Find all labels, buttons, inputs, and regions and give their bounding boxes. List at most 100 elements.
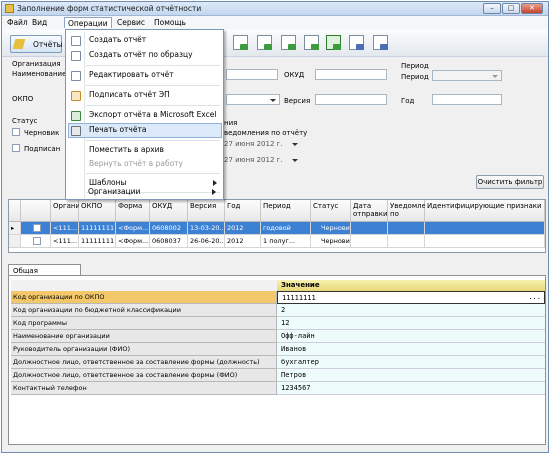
chevron-right-icon — [212, 189, 216, 195]
okpo-label: ОКПО — [12, 95, 34, 103]
reports-grid: Органи ОКПО Форма ОКУД Версия Год Период… — [8, 199, 546, 253]
okpo-select[interactable] — [226, 94, 280, 105]
cell-period: 1 полуг... — [261, 235, 311, 248]
property-value[interactable]: бухгалтер — [277, 356, 545, 369]
version-input[interactable] — [315, 94, 387, 105]
report-add-icon[interactable] — [230, 33, 252, 53]
row-checkbox-cell[interactable] — [21, 222, 51, 235]
reports-label: Отчёты — [33, 40, 63, 49]
column-header-okpo[interactable]: ОКПО — [79, 200, 116, 222]
report-edit-icon[interactable] — [278, 33, 300, 53]
column-header-identifiers[interactable]: Идентифицирующие признаки — [425, 200, 545, 222]
property-value[interactable]: Офф-лайн — [277, 330, 545, 343]
cell-year: 2012 — [225, 222, 261, 235]
report-copy-icon[interactable] — [254, 33, 276, 53]
okud-input[interactable] — [315, 69, 387, 80]
draft-checkbox[interactable] — [12, 128, 20, 136]
minimize-button[interactable]: – — [483, 3, 501, 14]
menu-service[interactable]: Сервис — [114, 17, 148, 28]
excel-export-icon[interactable] — [323, 33, 345, 53]
menu-item-label: Организации — [88, 187, 141, 196]
close-button[interactable]: ✕ — [521, 3, 543, 14]
column-header-okud[interactable]: ОКУД — [150, 200, 188, 222]
menu-separator — [86, 105, 220, 106]
property-value[interactable]: 1234567 — [277, 382, 545, 395]
date-to-picker[interactable]: 27 июня 2012 г. — [224, 155, 298, 166]
menu-help[interactable]: Помощь — [151, 17, 189, 28]
menu-item-sign-report[interactable]: Подписать отчёт ЭП — [68, 88, 222, 103]
properties-panel: Значение Код организации по ОКПО 1111111… — [8, 275, 546, 445]
menu-item-edit-report[interactable]: Редактировать отчёт — [68, 68, 222, 83]
menu-item-print-report[interactable]: Печать отчёта — [68, 123, 222, 138]
year-label: Год — [401, 97, 415, 105]
cell-identifiers — [425, 235, 545, 248]
property-name: Должностное лицо, ответственное за соста… — [11, 356, 277, 369]
column-header-checkbox[interactable] — [21, 200, 51, 222]
property-name: Код организации по ОКПО — [11, 291, 277, 304]
row-checkbox[interactable] — [33, 237, 41, 245]
name-input[interactable] — [226, 69, 278, 80]
column-header-form[interactable]: Форма — [116, 200, 150, 222]
column-header-version[interactable]: Версия — [188, 200, 225, 222]
menu-operations[interactable]: Операции — [64, 17, 112, 28]
menu-item-export-excel[interactable]: Экспорт отчёта в Microsoft Excel — [68, 108, 222, 123]
menu-item-create-from-sample[interactable]: Создать отчёт по образцу — [68, 48, 222, 63]
property-value[interactable]: 12 — [277, 317, 545, 330]
menu-item-create-report[interactable]: Создать отчёт — [68, 33, 222, 48]
cell-org: <111... — [51, 222, 79, 235]
menu-view[interactable]: Вид — [29, 17, 50, 28]
cell-year: 2012 — [225, 235, 261, 248]
zip-extract-icon[interactable] — [370, 33, 392, 53]
period-label: Период — [401, 73, 429, 81]
excel-export-icon — [71, 111, 81, 121]
period-select[interactable] — [432, 70, 502, 81]
column-header-year[interactable]: Год — [225, 200, 261, 222]
reports-button[interactable]: Отчёты — [10, 35, 63, 53]
column-header-sent-date[interactable]: Дата отправки — [351, 200, 388, 222]
row-checkbox-cell[interactable] — [21, 235, 51, 248]
notify-group-label: ния — [224, 119, 238, 127]
year-input[interactable] — [432, 94, 502, 105]
cell-version: 13-03-20... — [188, 222, 225, 235]
value-column-header: Значение — [277, 280, 545, 291]
menu-item-archive[interactable]: Поместить в архив — [68, 143, 222, 158]
property-value[interactable]: Иванов — [277, 343, 545, 356]
property-value-input[interactable]: 11111111 ... — [277, 291, 545, 304]
column-header-org[interactable]: Органи — [51, 200, 80, 222]
menu-item-label: Поместить в архив — [89, 145, 164, 154]
cell-status: Черновик — [311, 235, 351, 248]
okud-label: ОКУД — [284, 71, 305, 79]
column-header-status[interactable]: Статус — [311, 200, 351, 222]
zip-archive-icon[interactable] — [346, 33, 368, 53]
cell-okpo: 11111111 — [79, 235, 116, 248]
create-report-icon — [71, 36, 81, 46]
print-icon — [71, 126, 81, 136]
column-header-period[interactable]: Период — [261, 200, 311, 222]
date-from-picker[interactable]: 27 июня 2012 г. — [224, 139, 298, 150]
cell-identifiers — [425, 222, 545, 235]
ellipsis-button[interactable]: ... — [528, 293, 541, 301]
sign-report-icon — [71, 91, 81, 101]
menu-item-label: Вернуть отчёт в работу — [89, 159, 183, 168]
row-checkbox[interactable] — [33, 224, 41, 232]
clear-filter-button[interactable]: Очистить фильтр — [476, 175, 544, 189]
property-value[interactable]: 2 — [277, 304, 545, 317]
menu-file[interactable]: Файл — [4, 17, 31, 28]
cell-notify — [388, 235, 425, 248]
signed-checkbox[interactable] — [12, 144, 20, 152]
maximize-button[interactable]: □ — [502, 3, 520, 14]
menu-item-organizations[interactable]: Организации — [67, 185, 221, 200]
menu-item-label: Создать отчёт по образцу — [89, 50, 193, 59]
menu-item-return-to-work: Вернуть отчёт в работу — [68, 157, 222, 172]
chevron-down-icon — [492, 75, 498, 78]
cell-okpo: 11111111 — [79, 222, 116, 235]
property-value[interactable]: Петров — [277, 369, 545, 382]
report-sign-icon[interactable] — [301, 33, 323, 53]
menu-item-label: Редактировать отчёт — [89, 70, 174, 79]
column-header-notify[interactable]: Уведомле по — [388, 200, 426, 222]
menu-item-label: Печать отчёта — [89, 125, 147, 134]
org-group-label: Организация — [12, 60, 61, 68]
chevron-down-icon — [292, 159, 298, 162]
chevron-down-icon — [270, 99, 276, 102]
cell-okud: 0608037 — [150, 235, 188, 248]
